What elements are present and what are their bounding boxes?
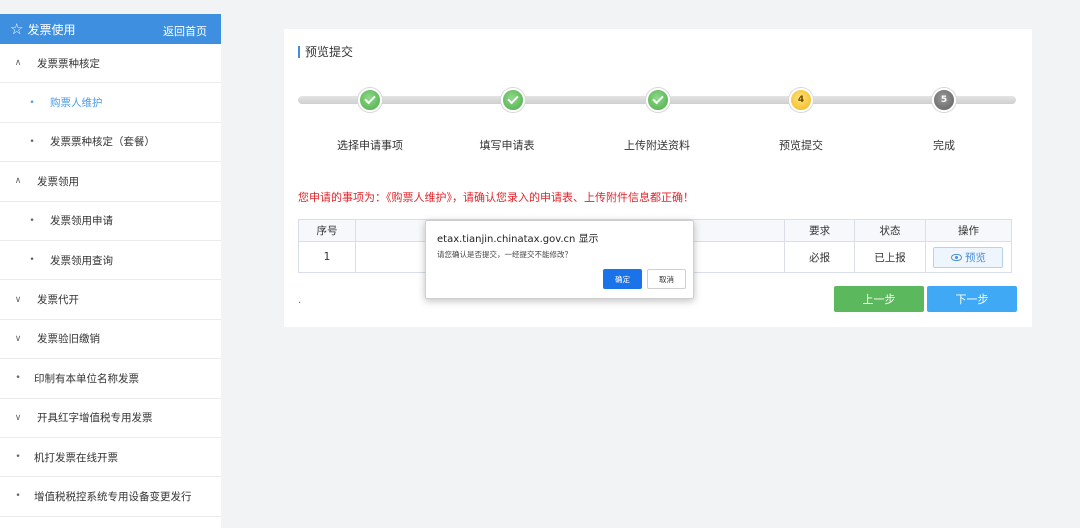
step-4-circle: 4 bbox=[789, 88, 813, 112]
previous-step-button[interactable]: 上一步 bbox=[834, 286, 924, 312]
step-3-check-icon bbox=[646, 88, 670, 112]
sidebar-item-device-change[interactable]: • 增值税税控系统专用设备变更发行 bbox=[0, 477, 221, 517]
sidebar-group-invoice-receive[interactable]: ∧ 发票领用 bbox=[0, 162, 221, 202]
chevron-down-icon: ∨ bbox=[14, 294, 22, 305]
sidebar-item-label: 购票人维护 bbox=[50, 97, 103, 110]
cell-action: 预览 bbox=[924, 241, 1013, 273]
chevron-down-icon: ∨ bbox=[14, 412, 22, 423]
col-header-index: 序号 bbox=[298, 219, 356, 242]
step-1-label: 选择申请事项 bbox=[337, 139, 403, 152]
sidebar-group-invoice-cancel[interactable]: ∨ 发票验旧缴销 bbox=[0, 320, 221, 360]
sidebar-item-receive-apply[interactable]: • 发票领用申请 bbox=[0, 202, 221, 241]
step-5-label: 完成 bbox=[933, 139, 955, 152]
sidebar-item-label: 增值税税控系统专用设备变更发行 bbox=[34, 490, 192, 503]
sidebar-item-label: 发票验旧缴销 bbox=[37, 333, 100, 346]
dialog-ok-button[interactable]: 确定 bbox=[603, 269, 642, 289]
confirm-dialog: etax.tianjin.chinatax.gov.cn 显示 请您确认是否提交… bbox=[425, 220, 694, 299]
sidebar-item-print-invoice[interactable]: • 印制有本单位名称发票 bbox=[0, 359, 221, 399]
return-home-link[interactable]: 返回首页 bbox=[163, 23, 207, 39]
bullet-icon: • bbox=[29, 215, 35, 226]
sidebar-item-buyer-maintenance[interactable]: • 购票人维护 bbox=[0, 83, 221, 123]
star-icon[interactable]: ☆ bbox=[10, 21, 23, 37]
bullet-icon: • bbox=[15, 491, 21, 502]
step-4-label: 预览提交 bbox=[779, 139, 823, 152]
chevron-up-icon: ∧ bbox=[14, 58, 22, 69]
dialog-message: 请您确认是否提交，一经提交不能修改？ bbox=[437, 250, 572, 259]
bullet-icon: • bbox=[29, 136, 35, 147]
sidebar-item-label: 发票领用申请 bbox=[50, 215, 113, 228]
sidebar-group-ticket-type[interactable]: ∧ 发票票种核定 bbox=[0, 44, 221, 84]
sidebar-item-label: 开具红字增值税专用发票 bbox=[37, 412, 153, 425]
cell-status: 已上报 bbox=[854, 241, 926, 273]
sidebar-item-label: 发票领用查询 bbox=[50, 254, 113, 267]
preview-button-label: 预览 bbox=[964, 251, 986, 264]
sidebar-title: 发票使用 bbox=[27, 22, 76, 37]
sidebar-item-label: 机打发票在线开票 bbox=[34, 451, 118, 464]
footnote-dot: . bbox=[298, 295, 302, 306]
bullet-icon: • bbox=[15, 373, 21, 384]
chevron-up-icon: ∧ bbox=[14, 176, 22, 187]
sidebar-item-label: 印制有本单位名称发票 bbox=[34, 372, 139, 385]
cell-index: 1 bbox=[298, 241, 356, 273]
next-step-button[interactable]: 下一步 bbox=[927, 286, 1017, 312]
bullet-icon: • bbox=[15, 452, 21, 463]
cell-requirement: 必报 bbox=[784, 241, 856, 273]
panel-title-text: 预览提交 bbox=[305, 45, 354, 59]
step-2-check-icon bbox=[501, 88, 525, 112]
chevron-down-icon: ∨ bbox=[14, 333, 22, 344]
sidebar-item-online-invoice[interactable]: • 机打发票在线开票 bbox=[0, 438, 221, 478]
sidebar-item-label: 发票代开 bbox=[37, 294, 79, 307]
dialog-cancel-button[interactable]: 取消 bbox=[647, 269, 686, 289]
sidebar-group-red-invoice[interactable]: ∨ 开具红字增值税专用发票 bbox=[0, 399, 221, 438]
sidebar-item-ticket-type-package[interactable]: • 发票票种核定（套餐） bbox=[0, 123, 221, 163]
sidebar: ☆ 发票使用 返回首页 ∧ 发票票种核定 • 购票人维护 • 发票票种核定（套餐… bbox=[0, 14, 221, 528]
sidebar-item-label: 发票票种核定 bbox=[37, 57, 100, 70]
title-accent-bar bbox=[298, 45, 300, 58]
confirm-notice: 您申请的事项为：《购票人维护》，请确认您录入的申请表、上传附件信息都正确！ bbox=[298, 191, 694, 204]
col-header-requirement: 要求 bbox=[784, 219, 856, 242]
bullet-icon: • bbox=[29, 255, 35, 266]
panel-title: 预览提交 bbox=[298, 43, 353, 60]
sidebar-item-receive-query[interactable]: • 发票领用查询 bbox=[0, 241, 221, 281]
dialog-host: etax.tianjin.chinatax.gov.cn 显示 bbox=[437, 234, 599, 245]
eye-icon bbox=[950, 253, 962, 261]
sidebar-group-invoice-agent[interactable]: ∨ 发票代开 bbox=[0, 280, 221, 320]
step-1-check-icon bbox=[358, 88, 382, 112]
preview-button[interactable]: 预览 bbox=[933, 246, 1004, 268]
col-header-action: 操作 bbox=[924, 219, 1013, 242]
bullet-icon: • bbox=[29, 97, 35, 108]
step-2-label: 填写申请表 bbox=[479, 139, 535, 152]
step-5-circle: 5 bbox=[932, 88, 956, 112]
sidebar-item-label: 发票票种核定（套餐） bbox=[50, 136, 155, 149]
sidebar-item-label: 发票领用 bbox=[37, 175, 79, 188]
sidebar-header: ☆ 发票使用 返回首页 bbox=[0, 14, 221, 44]
step-3-label: 上传附送资料 bbox=[624, 139, 690, 152]
col-header-status: 状态 bbox=[854, 219, 926, 242]
